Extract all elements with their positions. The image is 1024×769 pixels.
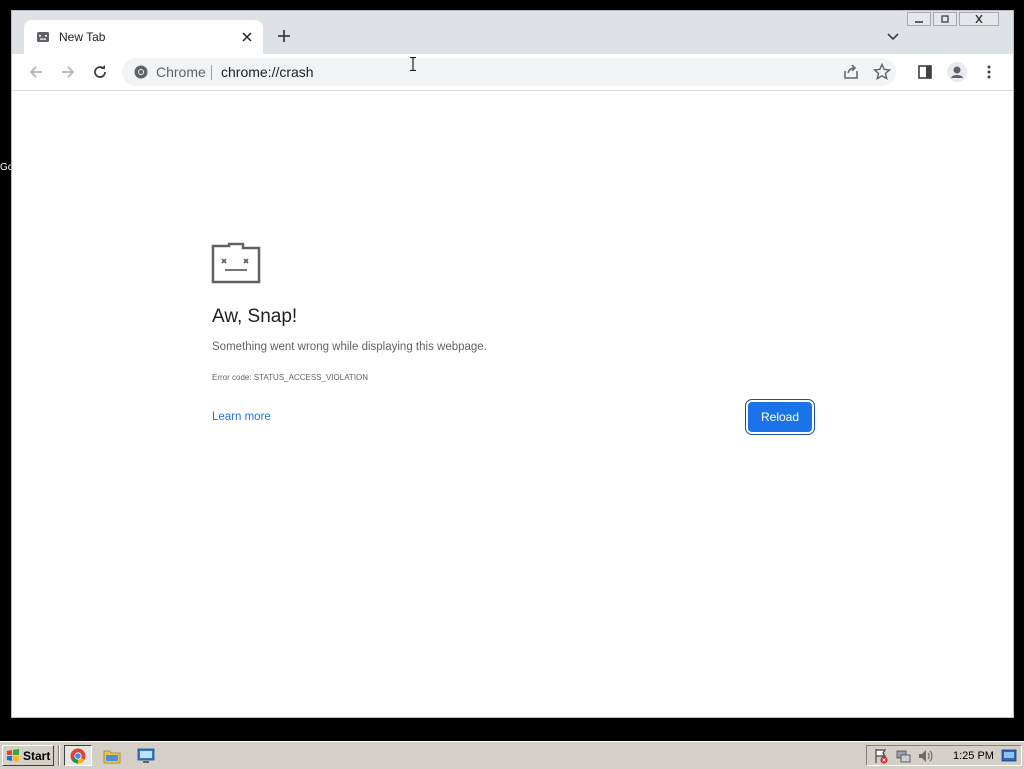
monitor-icon bbox=[137, 748, 155, 763]
minimize-button[interactable] bbox=[907, 12, 931, 26]
side-panel-button[interactable] bbox=[914, 61, 936, 83]
omnibox-divider bbox=[211, 65, 212, 80]
chrome-logo-icon bbox=[134, 65, 148, 79]
browser-window: New Tab Chrome chrome://crash Aw, Snap! … bbox=[11, 10, 1014, 718]
volume-icon[interactable] bbox=[917, 748, 933, 764]
crash-page: Aw, Snap! Something went wrong while dis… bbox=[12, 91, 1013, 717]
taskbar-separator bbox=[58, 745, 60, 766]
tab-title: New Tab bbox=[59, 30, 106, 44]
action-center-flag-icon[interactable] bbox=[873, 748, 889, 764]
system-tray: 1:25 PM bbox=[866, 745, 1022, 766]
windows-flag-icon bbox=[7, 749, 19, 762]
close-icon[interactable] bbox=[239, 29, 255, 45]
window-controls bbox=[907, 12, 999, 28]
back-button[interactable] bbox=[25, 61, 47, 83]
start-button[interactable]: Start bbox=[2, 745, 54, 766]
more-vert-icon bbox=[987, 65, 991, 79]
profile-button[interactable] bbox=[946, 61, 968, 83]
taskbar-chrome-button[interactable] bbox=[64, 745, 92, 766]
profile-avatar-icon bbox=[947, 62, 967, 82]
crash-message: Something went wrong while displaying th… bbox=[212, 341, 487, 353]
forward-arrow-icon bbox=[62, 66, 75, 78]
chevron-down-icon bbox=[887, 33, 899, 41]
plus-icon bbox=[278, 30, 290, 42]
text-cursor-icon bbox=[410, 57, 416, 71]
tab-new-tab[interactable]: New Tab bbox=[24, 20, 263, 54]
restore-button[interactable] bbox=[933, 12, 957, 26]
restore-icon bbox=[941, 15, 949, 23]
browser-toolbar: Chrome chrome://crash bbox=[12, 54, 1013, 91]
address-bar[interactable]: Chrome chrome://crash bbox=[122, 58, 896, 86]
error-code: Error code: STATUS_ACCESS_VIOLATION bbox=[212, 373, 369, 382]
omnibox-chip-label: Chrome bbox=[156, 64, 206, 80]
chrome-icon bbox=[70, 748, 86, 763]
folder-icon bbox=[103, 750, 121, 763]
taskbar-app-button[interactable] bbox=[132, 745, 160, 766]
reload-toolbar-button[interactable] bbox=[89, 61, 111, 83]
new-tab-button[interactable] bbox=[274, 26, 294, 46]
taskbar-explorer-button[interactable] bbox=[98, 745, 126, 766]
start-label: Start bbox=[23, 748, 51, 763]
share-icon[interactable] bbox=[842, 63, 860, 81]
refresh-icon bbox=[94, 65, 106, 78]
reload-button[interactable]: Reload bbox=[748, 402, 812, 432]
network-icon[interactable] bbox=[895, 748, 911, 764]
clock[interactable]: 1:25 PM bbox=[953, 750, 994, 762]
tab-strip: New Tab bbox=[12, 11, 1013, 54]
bookmark-star-icon[interactable] bbox=[873, 63, 891, 81]
forward-button[interactable] bbox=[57, 61, 79, 83]
minimize-icon bbox=[915, 21, 923, 23]
tab-search-button[interactable] bbox=[885, 29, 901, 45]
sad-folder-icon bbox=[211, 242, 261, 284]
show-desktop-icon[interactable] bbox=[1001, 748, 1017, 764]
menu-button[interactable] bbox=[978, 61, 1000, 83]
crash-title: Aw, Snap! bbox=[212, 306, 298, 327]
omnibox-url[interactable]: chrome://crash bbox=[221, 64, 314, 80]
learn-more-link[interactable]: Learn more bbox=[212, 411, 271, 423]
taskbar: Start 1:25 PM bbox=[0, 741, 1024, 769]
side-panel-icon bbox=[918, 65, 932, 79]
close-icon bbox=[975, 15, 983, 23]
back-arrow-icon bbox=[29, 66, 42, 78]
sad-tab-favicon-icon bbox=[37, 32, 49, 42]
close-window-button[interactable] bbox=[959, 12, 999, 26]
